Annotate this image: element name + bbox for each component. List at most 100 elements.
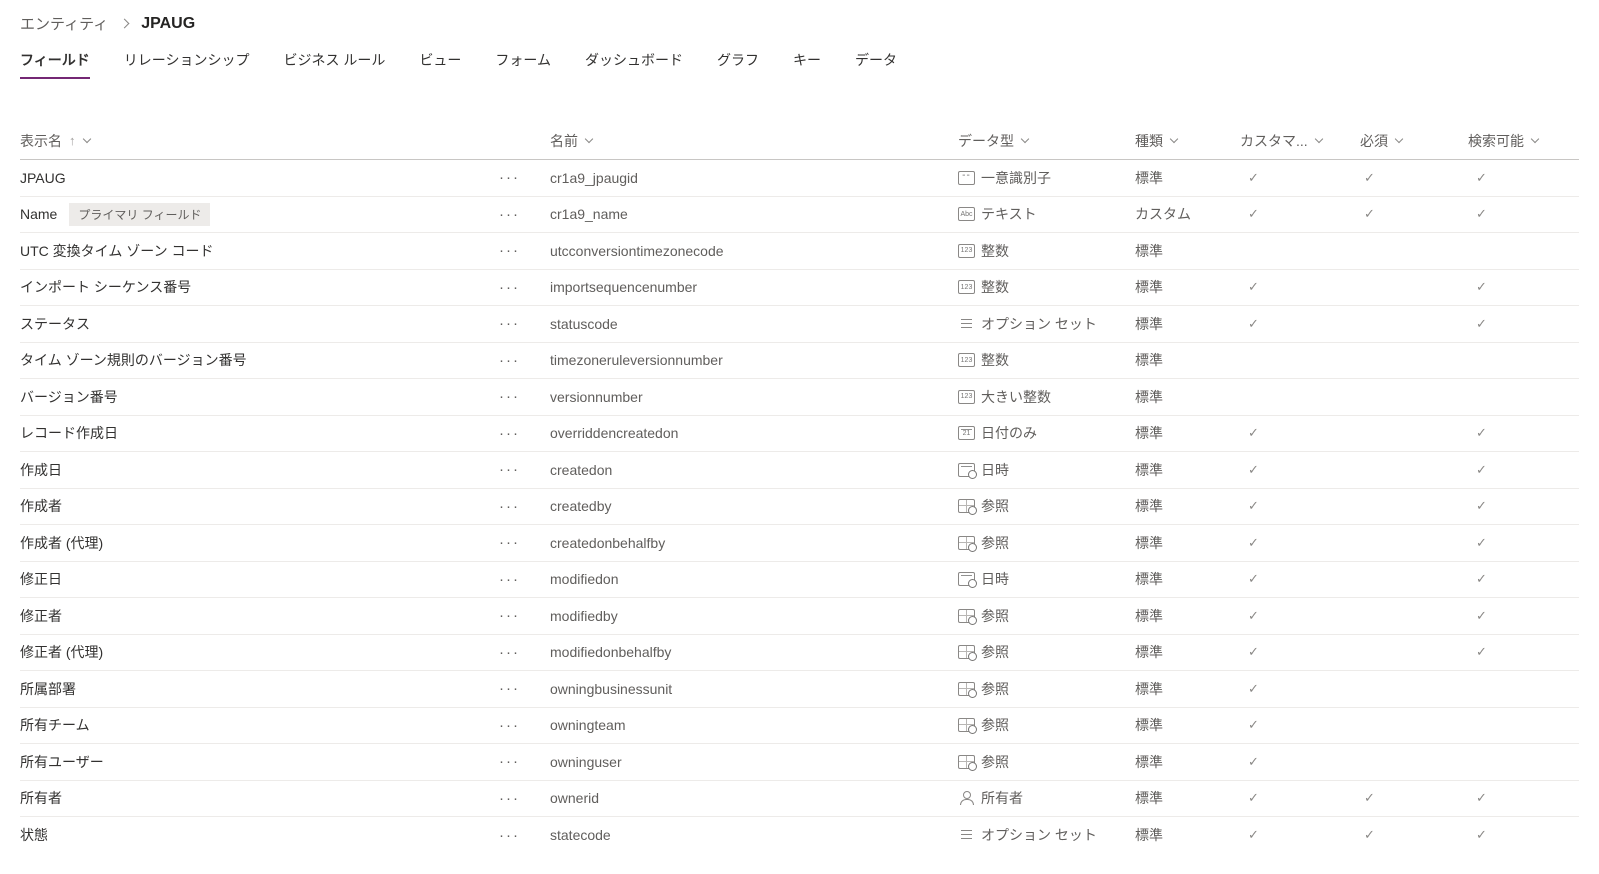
table-row: 修正日 ··· modifiedon 日時 標準 ✓ ✓ [20,562,1579,598]
field-display-name[interactable]: 作成者 (代理) [20,533,103,553]
more-commands-button[interactable]: ··· [495,789,524,808]
field-logical-name: timezoneruleversionnumber [550,352,723,369]
tab-ビジネス ルール[interactable]: ビジネス ルール [283,50,385,79]
table-row: タイム ゾーン規則のバージョン番号 ··· timezoneruleversio… [20,343,1579,379]
field-kind: 標準 [1135,425,1163,442]
field-logical-name: versionnumber [550,388,643,405]
data-type-label: 日時 [981,461,1009,478]
data-type-label: 参照 [981,644,1009,661]
table-row: ステータス ··· statuscode オプション セット 標準 ✓ ✓ [20,306,1579,343]
column-header-customizable[interactable]: カスタマ... [1240,131,1360,151]
searchable-check-icon: ✓ [1476,827,1487,843]
number-icon: 123 [958,243,975,258]
field-display-name[interactable]: ステータス [20,314,90,334]
column-header-required[interactable]: 必須 [1360,131,1468,151]
data-type-label: 所有者 [981,790,1023,807]
more-commands-button[interactable]: ··· [495,314,524,333]
more-commands-button[interactable]: ··· [495,716,524,735]
tab-ダッシュボード[interactable]: ダッシュボード [585,50,683,79]
field-display-name[interactable]: 所有者 [20,788,62,808]
field-display-name[interactable]: 所有ユーザー [20,752,104,772]
required-check-icon: ✓ [1364,206,1375,222]
data-type-label: 整数 [981,242,1009,259]
tab-データ[interactable]: データ [855,50,897,79]
field-display-name[interactable]: レコード作成日 [20,423,118,443]
tab-ビュー[interactable]: ビュー [419,50,461,79]
more-commands-button[interactable]: ··· [495,752,524,771]
field-display-name[interactable]: 所属部署 [20,679,76,699]
chevron-down-icon [1394,134,1404,144]
table-row: 作成者 (代理) ··· createdonbehalfby 参照 標準 ✓ ✓ [20,525,1579,562]
table-header-row: 表示名 ↑ 名前 データ型 種類 カスタマ... 必須 検索可能 [20,122,1579,160]
data-type-label: オプション セット [981,315,1097,332]
customizable-check-icon: ✓ [1248,498,1259,514]
tab-リレーションシップ[interactable]: リレーションシップ [124,50,250,79]
lookup-icon [958,754,977,771]
tab-フィールド[interactable]: フィールド [20,50,90,79]
more-commands-button[interactable]: ··· [495,424,524,443]
more-commands-button[interactable]: ··· [495,570,524,589]
more-commands-button[interactable]: ··· [495,497,524,516]
tab-グラフ[interactable]: グラフ [717,50,759,79]
field-logical-name: modifiedonbehalfby [550,644,672,661]
field-kind: 標準 [1135,498,1163,515]
table-row: JPAUG ··· cr1a9_jpaugid -- 一意識別子 標準 ✓ ✓ … [20,160,1579,197]
table-row: レコード作成日 ··· overriddencreatedon 21 日付のみ … [20,416,1579,452]
data-type-label: 日時 [981,571,1009,588]
customizable-check-icon: ✓ [1248,644,1259,660]
more-commands-button[interactable]: ··· [495,679,524,698]
column-header-name[interactable]: 名前 [550,131,958,151]
searchable-check-icon: ✓ [1476,315,1487,331]
more-commands-button[interactable]: ··· [495,241,524,260]
more-commands-button[interactable]: ··· [495,205,524,224]
more-commands-button[interactable]: ··· [495,278,524,297]
more-commands-button[interactable]: ··· [495,826,524,845]
chevron-down-icon [1020,134,1030,144]
field-kind: 標準 [1135,534,1163,551]
tab-フォーム[interactable]: フォーム [495,50,551,79]
table-row: UTC 変換タイム ゾーン コード ··· utcconversiontimez… [20,233,1579,270]
field-display-name[interactable]: タイム ゾーン規則のバージョン番号 [20,350,247,370]
column-header-display-name[interactable]: 表示名 ↑ [20,131,550,151]
customizable-check-icon: ✓ [1248,717,1259,733]
column-header-label: 名前 [550,132,578,149]
more-commands-button[interactable]: ··· [495,387,524,406]
customizable-check-icon: ✓ [1248,790,1259,806]
field-display-name[interactable]: Name [20,206,57,222]
field-display-name[interactable]: 作成者 [20,496,62,516]
primary-field-badge: プライマリ フィールド [69,202,211,226]
field-logical-name: overriddencreatedon [550,425,679,442]
field-display-name[interactable]: 作成日 [20,460,62,480]
column-header-kind[interactable]: 種類 [1135,131,1240,151]
field-display-name[interactable]: 修正者 [20,606,62,626]
more-commands-button[interactable]: ··· [495,168,524,187]
data-type-label: 日付のみ [981,425,1037,442]
field-display-name[interactable]: JPAUG [20,170,66,186]
field-logical-name: utcconversiontimezonecode [550,242,724,259]
field-kind: 標準 [1135,571,1163,588]
customizable-check-icon: ✓ [1248,571,1259,587]
tab-キー[interactable]: キー [793,50,821,79]
field-display-name[interactable]: バージョン番号 [20,387,118,407]
searchable-check-icon: ✓ [1476,169,1487,185]
more-commands-button[interactable]: ··· [495,460,524,479]
field-display-name[interactable]: UTC 変換タイム ゾーン コード [20,241,213,261]
column-header-data-type[interactable]: データ型 [958,131,1135,151]
customizable-check-icon: ✓ [1248,169,1259,185]
breadcrumb-entities-link[interactable]: エンティティ [20,13,108,34]
more-commands-button[interactable]: ··· [495,533,524,552]
field-display-name[interactable]: 所有チーム [20,715,90,735]
field-display-name[interactable]: 修正者 (代理) [20,642,103,662]
customizable-check-icon: ✓ [1248,680,1259,696]
field-display-name[interactable]: 修正日 [20,569,62,589]
field-kind: 標準 [1135,315,1163,332]
more-commands-button[interactable]: ··· [495,351,524,370]
customizable-check-icon: ✓ [1248,315,1259,331]
data-type-label: 参照 [981,534,1009,551]
column-header-searchable[interactable]: 検索可能 [1468,131,1579,151]
more-commands-button[interactable]: ··· [495,606,524,625]
field-logical-name: modifiedby [550,607,618,624]
more-commands-button[interactable]: ··· [495,643,524,662]
field-display-name[interactable]: 状態 [20,825,48,845]
field-display-name[interactable]: インポート シーケンス番号 [20,277,191,297]
